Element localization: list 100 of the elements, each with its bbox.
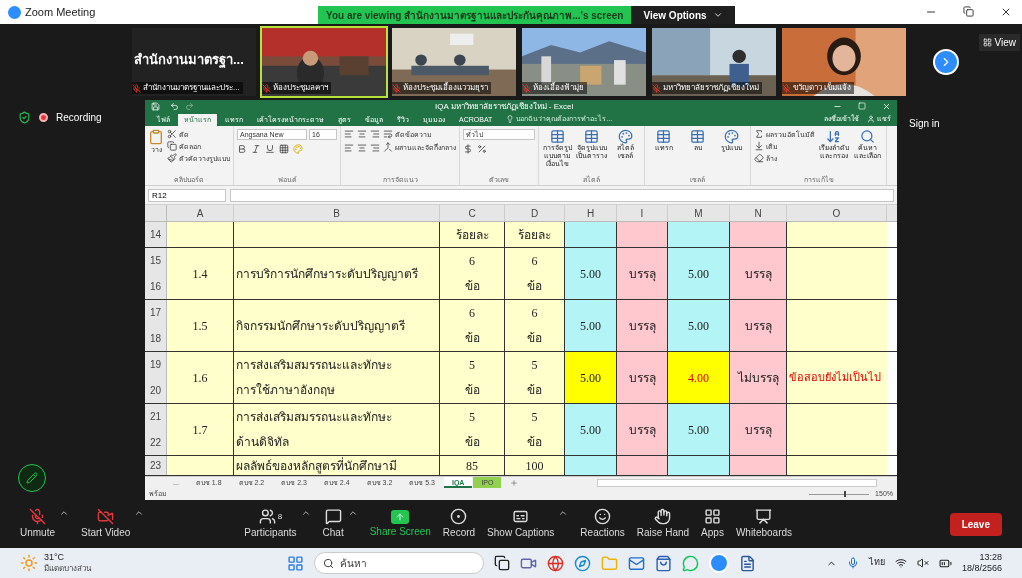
row-number: 17 [148,306,163,321]
wifi-icon[interactable] [894,557,907,569]
store-icon[interactable] [655,554,672,572]
bold-icon[interactable] [237,144,247,154]
cell-text: ข้อ [527,435,542,450]
task-view-icon[interactable] [494,555,510,571]
row-number: 20 [148,383,163,398]
column-header: A [167,205,234,221]
cell-text: 5 [469,357,475,372]
captions-icon [512,508,530,525]
caret-icon[interactable] [300,508,311,518]
browser-icon[interactable] [574,554,591,572]
sigma-icon [754,129,764,139]
shield-icon [18,111,31,124]
cell-text: 5 [531,409,538,424]
caret-icon[interactable] [347,508,358,518]
toolbar-button[interactable]: Record [442,508,476,540]
microphone-icon[interactable] [846,557,859,569]
view-button[interactable]: View [978,34,1020,51]
toolbar-button[interactable]: Show Captions [487,508,555,540]
toolbar-button[interactable]: Chat [322,508,344,540]
document-icon[interactable] [739,554,756,572]
table-cell: 5.00 [565,352,617,403]
caret-icon[interactable] [59,508,69,518]
people-icon [258,508,276,525]
cell-text: ด้านดิจิทัล [236,435,290,450]
toolbar-button[interactable]: Whiteboards [735,508,793,540]
cell-text: กิจกรรมนักศึกษาระดับปริญญาตรี [236,318,406,333]
microphone-off-icon [29,508,46,525]
cell-text: การใช้ภาษาอังกฤษ [236,383,336,398]
align-center-icon[interactable] [357,143,367,153]
caret-icon[interactable] [134,508,145,518]
underline-icon[interactable] [265,144,275,154]
toolbar-button[interactable]: Apps [701,508,724,540]
participant-name: ห้องประชุมเอื้องแววมยุรา [403,82,488,94]
horizontal-scrollbar[interactable] [597,478,877,487]
clock-time: 13:28 [979,552,1002,563]
sign-in-link[interactable]: Sign in [909,118,940,129]
caret-icon[interactable] [558,508,569,518]
toolbar-button[interactable]: 8 Participants [244,508,297,540]
toolbar-button[interactable]: Reactions [580,508,625,540]
undo-icon[interactable] [170,102,179,111]
name-box[interactable]: R12 [148,188,226,202]
copy-icon [167,141,177,151]
participant-name: มหาวิทยาลัยราชภัฏเชียงใหม่ [663,82,759,94]
annotate-button[interactable] [18,464,46,492]
save-icon[interactable] [151,102,160,111]
leave-button[interactable]: Leave [949,512,1002,536]
zoom-logo-icon [8,5,21,19]
cell-text: การส่งเสริมสมรรถนะและทักษะ [236,409,393,424]
restore-icon[interactable] [963,6,974,17]
view-options-button[interactable]: View Options [631,6,735,24]
percent-icon[interactable] [477,144,487,154]
cell-text: ข้อ [527,383,542,398]
column-header: I [617,205,668,221]
dollar-icon[interactable] [463,144,473,154]
slider-thumb[interactable] [843,491,846,497]
table-cell: บรรลุ [730,248,787,299]
chevron-down-icon [712,10,723,20]
cell-text: การบริการนักศึกษาระดับปริญญาตรี [236,266,419,281]
person-icon [867,114,875,123]
browser-icon[interactable] [547,554,564,572]
align-top-icon[interactable] [344,129,354,139]
align-right-icon[interactable] [370,143,380,153]
mail-icon[interactable] [628,554,645,572]
eraser-icon [754,153,764,163]
table-cell: 5.00 [565,404,617,455]
borders-icon[interactable] [279,144,289,154]
italic-icon[interactable] [251,144,261,154]
table-cell: บรรลุ [617,300,668,351]
cell-text: 5 [531,357,538,372]
start-icon[interactable] [287,554,304,572]
speaker-muted-icon[interactable] [916,557,929,569]
toolbar-button[interactable]: Start Video [81,508,131,540]
sort-icon [826,129,841,144]
align-bottom-icon[interactable] [370,129,380,139]
align-left-icon[interactable] [344,143,354,153]
table-cell: บรรลุ [730,300,787,351]
search-field[interactable]: ค้นหา [314,552,484,574]
add-sheet-icon[interactable] [510,478,519,487]
participant-count: 8 [277,510,283,523]
toolbar-button[interactable]: Unmute [20,508,55,540]
row-number: 19 [148,358,163,373]
row-number: 21 [148,410,163,425]
maximize-icon[interactable] [858,102,866,110]
column-header: N [730,205,787,221]
apps-icon [704,508,721,525]
video-app-icon[interactable] [709,553,729,573]
table-cell: บรรลุ [617,248,668,299]
cell-text: 85 [466,458,478,473]
next-page-button[interactable] [933,49,959,75]
toolbar-button[interactable]: Raise Hand [636,508,690,540]
close-icon[interactable] [1000,6,1012,18]
toolbar-button[interactable]: Share Screen [369,509,431,539]
align-middle-icon[interactable] [357,129,367,139]
grid-icon [982,38,992,47]
cell-text: ร้อยละ [455,227,489,242]
fill-color-icon[interactable] [293,144,303,154]
table-cell: บรรลุ [617,352,668,403]
participant-name: ห้องประชุมลคาฯ [273,82,328,94]
